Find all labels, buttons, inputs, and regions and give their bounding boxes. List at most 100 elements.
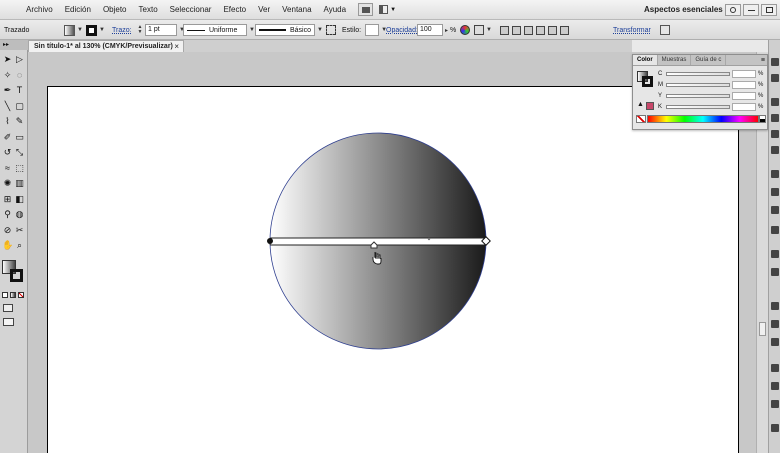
layers-icon[interactable] xyxy=(771,250,779,258)
close-icon[interactable]: × xyxy=(174,41,179,52)
color-panel-icon[interactable] xyxy=(771,58,779,66)
black-white-swatch[interactable] xyxy=(759,115,766,123)
column-graph-tool-icon[interactable]: ▥ xyxy=(14,178,25,189)
opentype-icon[interactable] xyxy=(771,400,779,408)
color-spectrum[interactable] xyxy=(647,115,759,123)
stroke-swatch-control[interactable]: ▼ xyxy=(86,20,105,40)
stroke-box[interactable] xyxy=(10,269,23,282)
menu-seleccionar[interactable]: Seleccionar xyxy=(164,0,218,20)
menu-ventana[interactable]: Ventana xyxy=(276,0,317,20)
menu-ver[interactable]: Ver xyxy=(252,0,276,20)
direct-selection-tool-icon[interactable]: ▷ xyxy=(14,54,25,65)
tools-panel-header[interactable]: ▸▸ xyxy=(0,40,28,50)
appearance-icon[interactable] xyxy=(771,206,779,214)
pen-tool-icon[interactable]: ✒ xyxy=(2,85,13,96)
stepper-icon[interactable]: ▲ ▼ xyxy=(137,25,143,35)
align-panel-icon[interactable] xyxy=(771,302,779,310)
color-button[interactable] xyxy=(2,292,8,298)
symbols-icon[interactable] xyxy=(771,130,779,138)
menu-archivo[interactable]: Archivo xyxy=(20,0,59,20)
gradient-panel-icon[interactable] xyxy=(771,170,779,178)
black-field[interactable] xyxy=(732,102,756,111)
zoom-tool-icon[interactable]: ⌕ xyxy=(14,240,25,251)
out-of-gamut-swatch[interactable] xyxy=(646,102,654,110)
gradient-button[interactable] xyxy=(10,292,16,298)
artboards-icon[interactable] xyxy=(771,268,779,276)
bridge-button[interactable] xyxy=(358,3,374,16)
color-fill-stroke[interactable] xyxy=(637,71,655,89)
transform-panel-icon[interactable] xyxy=(771,320,779,328)
style-swatch[interactable] xyxy=(365,24,380,36)
selection-tool-icon[interactable]: ➤ xyxy=(2,54,13,65)
tab-color-guide[interactable]: Guía de c xyxy=(691,55,727,65)
links-icon[interactable] xyxy=(771,424,779,432)
symbol-sprayer-tool-icon[interactable]: ✺ xyxy=(2,178,13,189)
search-button[interactable] xyxy=(725,4,741,16)
hand-tool-icon[interactable]: ✋ xyxy=(2,240,13,251)
fill-stroke-control[interactable] xyxy=(2,260,24,284)
brushes-icon[interactable] xyxy=(771,114,779,122)
gradient-midpoint-diamond[interactable] xyxy=(427,237,431,241)
black-slider[interactable] xyxy=(666,104,730,109)
stroke-options-button[interactable] xyxy=(326,20,336,40)
cyan-field[interactable] xyxy=(732,69,756,78)
stroke-weight-field[interactable]: 1 pt xyxy=(145,24,177,36)
scale-tool-icon[interactable]: ⤡ xyxy=(14,147,25,158)
transparency-icon[interactable] xyxy=(771,188,779,196)
cyan-slider[interactable] xyxy=(666,71,730,76)
eyedropper-tool-icon[interactable]: ⚲ xyxy=(2,209,13,220)
brush-definition[interactable]: Básico ▼ xyxy=(255,20,323,40)
chevron-right-icon[interactable]: ▸ xyxy=(445,27,448,34)
free-transform-tool-icon[interactable]: ⬚ xyxy=(14,163,25,174)
warp-tool-icon[interactable]: ≈ xyxy=(2,163,13,174)
screen-mode-icon[interactable] xyxy=(3,318,14,326)
control-bar-options[interactable] xyxy=(660,20,670,40)
none-color-swatch[interactable] xyxy=(636,115,646,123)
stroke-panel-icon[interactable] xyxy=(771,146,779,154)
pencil-tool-icon[interactable]: ✎ xyxy=(14,116,25,127)
yellow-slider[interactable] xyxy=(666,93,730,98)
yellow-field[interactable] xyxy=(732,91,756,100)
menu-edicion[interactable]: Edición xyxy=(59,0,97,20)
color-stroke-box[interactable] xyxy=(642,76,653,87)
opacity-field[interactable]: 100 xyxy=(417,24,443,36)
graphic-styles-icon[interactable] xyxy=(771,226,779,234)
lasso-tool-icon[interactable]: ◌ xyxy=(14,70,25,81)
paragraph-icon[interactable] xyxy=(771,382,779,390)
type-tool-icon[interactable]: T xyxy=(14,85,25,96)
opacity-control[interactable]: 100 ▸ % xyxy=(417,20,456,40)
profile-dropdown[interactable]: Uniforme xyxy=(183,24,247,36)
gradient-annotator-bar[interactable] xyxy=(269,237,487,246)
menu-texto[interactable]: Texto xyxy=(133,0,164,20)
menu-efecto[interactable]: Efecto xyxy=(217,0,252,20)
arrange-documents-button[interactable]: ▼ xyxy=(379,3,399,16)
recolor-artwork-button[interactable] xyxy=(460,20,470,40)
blend-tool-icon[interactable]: ◍ xyxy=(14,209,25,220)
chevron-down-icon[interactable]: ▼ xyxy=(317,27,323,33)
tab-color[interactable]: Color xyxy=(633,55,658,65)
scrollbar-thumb[interactable] xyxy=(759,322,766,336)
magenta-field[interactable] xyxy=(732,80,756,89)
color-guide-icon[interactable] xyxy=(771,74,779,82)
stroke-weight-control[interactable]: ▲ ▼ 1 pt ▼ xyxy=(137,20,185,40)
fill-swatch-control[interactable]: ▼ xyxy=(64,20,83,40)
none-button[interactable] xyxy=(18,292,24,298)
magenta-slider[interactable] xyxy=(666,82,730,87)
swatches-icon[interactable] xyxy=(771,98,779,106)
document-tab[interactable]: Sin título-1* al 130% (CMYK/Previsualiza… xyxy=(28,40,184,52)
align-to-control[interactable] xyxy=(500,20,569,40)
rotate-tool-icon[interactable]: ↺ xyxy=(2,147,13,158)
menu-ayuda[interactable]: Ayuda xyxy=(318,0,353,20)
workspace-switcher[interactable]: Aspectos esenciales▼ xyxy=(644,0,734,21)
gradient-tool-icon[interactable]: ◧ xyxy=(14,194,25,205)
pathfinder-icon[interactable] xyxy=(771,338,779,346)
paintbrush-tool-icon[interactable]: ⌇ xyxy=(2,116,13,127)
draw-mode-icon[interactable] xyxy=(3,304,13,312)
transform-panel-link[interactable]: Transformar xyxy=(613,20,651,40)
character-icon[interactable] xyxy=(771,364,779,372)
slice-tool-icon[interactable]: ⊘ xyxy=(2,225,13,236)
style-control[interactable]: Estilo: ▼ xyxy=(342,20,387,40)
menu-objeto[interactable]: Objeto xyxy=(97,0,133,20)
stroke-panel-link[interactable]: Trazo: xyxy=(112,20,132,40)
gradient-origin-handle[interactable] xyxy=(267,238,273,244)
